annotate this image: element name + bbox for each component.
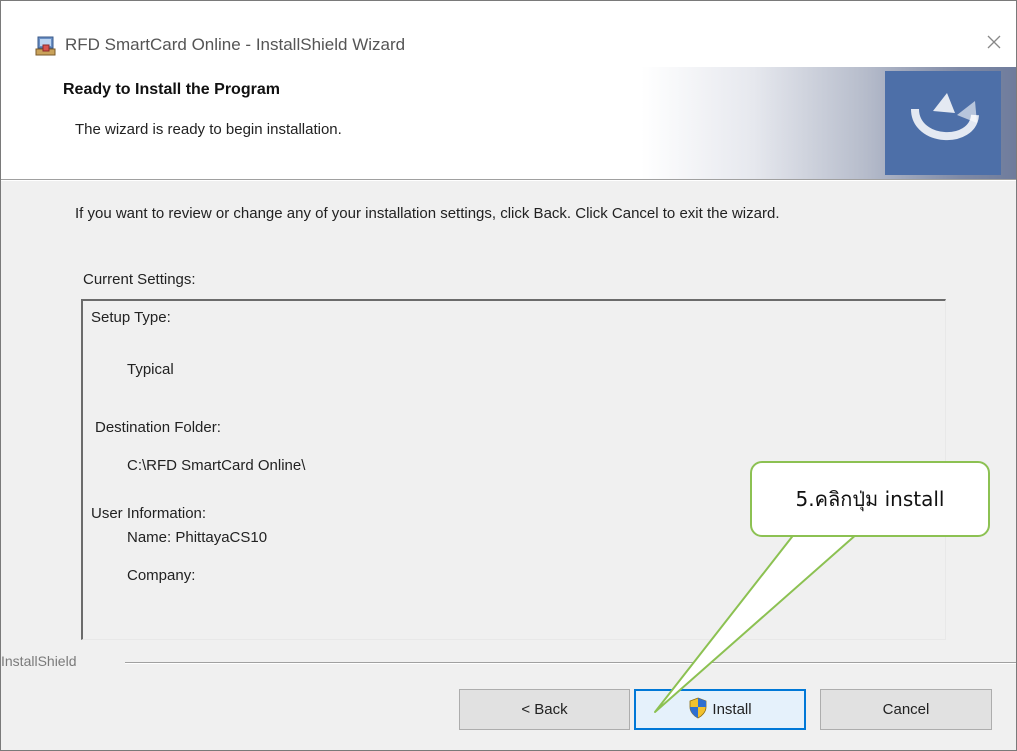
- destination-label: Destination Folder:: [95, 419, 221, 436]
- cancel-button[interactable]: Cancel: [820, 689, 992, 730]
- page-heading: Ready to Install the Program: [63, 81, 280, 98]
- close-icon: [986, 34, 1002, 54]
- footer-divider-highlight: [125, 663, 1016, 664]
- current-settings-label: Current Settings:: [83, 271, 196, 288]
- cancel-button-label: Cancel: [882, 701, 930, 718]
- destination-value: C:\RFD SmartCard Online\: [127, 457, 306, 474]
- installshield-logo-icon: [885, 71, 1001, 175]
- installer-computer-icon: [35, 35, 57, 57]
- uac-shield-icon: [688, 697, 708, 723]
- back-button[interactable]: < Back: [459, 689, 630, 730]
- window-title: RFD SmartCard Online - InstallShield Wiz…: [65, 35, 406, 54]
- company-value: Company:: [127, 567, 196, 584]
- setup-type-value: Typical: [127, 361, 174, 378]
- installshield-brand-label: InstallShield: [1, 653, 77, 669]
- title-bar: RFD SmartCard Online - InstallShield Wiz…: [1, 1, 1016, 67]
- installer-window: RFD SmartCard Online - InstallShield Wiz…: [0, 0, 1017, 751]
- annotation-callout: 5.คลิกปุ่ม install: [750, 461, 990, 537]
- install-button-label: Install: [712, 701, 752, 718]
- header-banner: Ready to Install the Program The wizard …: [1, 67, 1016, 179]
- setup-type-label: Setup Type:: [91, 309, 171, 326]
- header-divider-highlight: [1, 180, 1016, 181]
- close-button[interactable]: [972, 27, 1016, 61]
- callout-text: 5.คลิกปุ่ม install: [795, 487, 945, 511]
- user-info-label: User Information:: [91, 505, 207, 522]
- instruction-text: If you want to review or change any of y…: [75, 205, 780, 222]
- back-button-label: < Back: [521, 701, 568, 718]
- install-button[interactable]: Install: [634, 689, 806, 730]
- page-subheading: The wizard is ready to begin installatio…: [75, 121, 342, 138]
- user-name-value: Name: PhittayaCS10: [127, 529, 268, 546]
